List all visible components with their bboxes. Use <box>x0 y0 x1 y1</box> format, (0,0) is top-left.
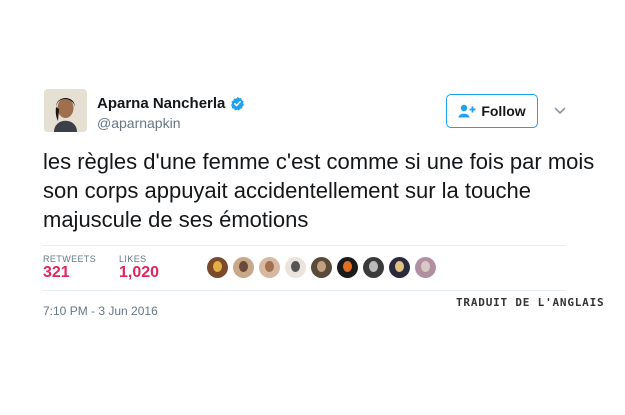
liker-avatar[interactable] <box>337 257 358 278</box>
liker-avatar-face <box>369 261 378 272</box>
follow-user-plus-icon <box>458 104 476 118</box>
author-handle[interactable]: @aparnapkin <box>97 115 181 131</box>
liker-avatar-face <box>239 261 248 272</box>
liker-avatar[interactable] <box>389 257 410 278</box>
liker-avatar-face <box>421 261 430 272</box>
retweets-count[interactable]: 321 <box>43 264 70 282</box>
likes-count[interactable]: 1,020 <box>119 264 159 282</box>
liker-avatar-face <box>317 261 326 272</box>
liker-avatar-face <box>343 261 352 272</box>
liker-avatar-face <box>395 261 404 272</box>
liker-avatar[interactable] <box>233 257 254 278</box>
stats-top-divider <box>43 245 566 246</box>
tweet-text: les règles d'une femme c'est comme si un… <box>43 149 595 232</box>
author-name[interactable]: Aparna Nancherla <box>97 95 245 112</box>
liker-avatar[interactable] <box>207 257 228 278</box>
likers-avatar-row <box>207 257 441 279</box>
liker-avatar-face <box>213 261 222 272</box>
author-name-text[interactable]: Aparna Nancherla <box>97 95 225 112</box>
follow-button[interactable]: Follow <box>446 94 538 128</box>
chevron-down-icon[interactable] <box>553 104 567 118</box>
stats-bottom-divider <box>43 290 566 291</box>
translation-note: TRADUIT DE L'ANGLAIS <box>456 296 605 309</box>
liker-avatar[interactable] <box>415 257 436 278</box>
liker-avatar[interactable] <box>363 257 384 278</box>
likes-label[interactable]: LIKES <box>119 254 147 264</box>
author-avatar[interactable] <box>44 89 87 132</box>
tweet-timestamp[interactable]: 7:10 PM - 3 Jun 2016 <box>43 304 158 318</box>
liker-avatar[interactable] <box>311 257 332 278</box>
liker-avatar[interactable] <box>285 257 306 278</box>
retweets-label[interactable]: RETWEETS <box>43 254 96 264</box>
liker-avatar-face <box>265 261 274 272</box>
liker-avatar-face <box>291 261 300 272</box>
verified-badge-icon <box>231 96 245 111</box>
liker-avatar[interactable] <box>259 257 280 278</box>
follow-button-label: Follow <box>481 103 526 119</box>
